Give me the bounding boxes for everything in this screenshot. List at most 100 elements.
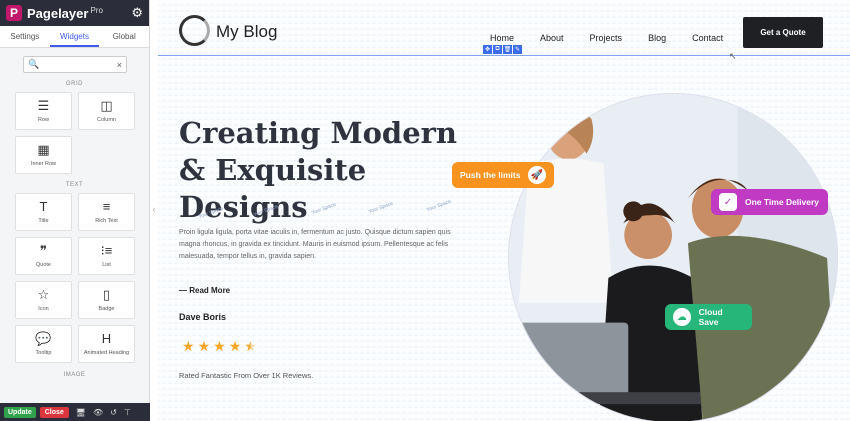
widget-label: List (102, 262, 111, 268)
site-logo-icon (179, 15, 210, 46)
widget-label: Tooltip (35, 350, 52, 356)
widget-icon[interactable]: ☆ Icon (15, 281, 72, 319)
heading-icon: H (101, 331, 112, 346)
nav-blog[interactable]: Blog (648, 33, 666, 43)
brand-name: Pagelayer (27, 5, 89, 21)
tab-widgets[interactable]: Widgets (49, 26, 100, 47)
clear-search-icon[interactable]: × (117, 60, 122, 70)
spacer-label[interactable]: Your Space (253, 204, 279, 218)
widget-column[interactable]: ◫ Column (78, 92, 135, 130)
nav-home[interactable]: Home (490, 33, 514, 43)
list-icon: ⁝≡ (100, 243, 113, 258)
column-icon: ◫ (100, 98, 113, 113)
section-title-grid: GRID (66, 81, 83, 87)
editor-bottom-bar: Update Close 🖥 👁 ↺ ⊤ (0, 403, 150, 421)
move-icon[interactable]: ✥ (483, 45, 492, 54)
inner-row-icon: ▦ (37, 142, 50, 157)
section-title-text: TEXT (65, 182, 84, 188)
rich-text-icon: ≡ (102, 199, 111, 214)
spacer-label[interactable]: Your Space (368, 201, 394, 215)
site-nav: Home About Projects Blog Contact (490, 33, 749, 43)
hero-image (508, 93, 838, 421)
tooltip-icon: 💬 (35, 331, 52, 346)
cloud-save-label: Cloud Save (698, 307, 723, 327)
widget-list[interactable]: ⁝≡ List (78, 237, 135, 275)
widget-label: Inner Row (30, 161, 57, 167)
copy-icon[interactable]: ⧉ (493, 45, 502, 54)
author-name: Dave Boris (179, 312, 227, 322)
brand-pro-label: Pro (90, 5, 103, 15)
calendar-check-icon: ✓ (719, 193, 737, 211)
read-more-label: Read More (189, 286, 231, 295)
nav-projects[interactable]: Projects (590, 33, 623, 43)
widget-row[interactable]: ☰ Row (15, 92, 72, 130)
widget-tooltip[interactable]: 💬 Tooltip (15, 325, 72, 363)
dash-icon: — (179, 286, 187, 295)
text-widgets: T Title ≡ Rich Text ❞ Quote ⁝≡ List ☆ Ic… (15, 193, 149, 363)
badge-icon: ▯ (102, 287, 111, 302)
widget-label: Animated Heading (83, 350, 130, 356)
edit-pencil-icon[interactable]: ✎ (513, 45, 522, 54)
collapse-sidebar-icon[interactable]: ‹ (150, 200, 158, 218)
delivery-badge: ✓ One Time Delivery (711, 189, 828, 215)
cloud-save-badge: ☁ Cloud Save (665, 304, 752, 330)
site-header[interactable]: My Blog Home About Projects Blog Contact… (158, 0, 850, 56)
title-icon: T (39, 199, 48, 214)
widget-sidebar: P Pagelayer Pro ⚙ Settings Widgets Globa… (0, 0, 150, 421)
preview-eye-icon[interactable]: 👁 (93, 408, 103, 417)
mouse-cursor-icon: ↖ (729, 51, 737, 61)
brand-bar: P Pagelayer Pro ⚙ (0, 0, 149, 26)
star-half-icon: ★ (244, 338, 257, 354)
section-title-image: IMAGE (63, 372, 86, 378)
widget-animated-heading[interactable]: H Animated Heading (78, 325, 135, 363)
editor-app: P Pagelayer Pro ⚙ Settings Widgets Globa… (0, 0, 850, 421)
tab-global[interactable]: Global (99, 26, 149, 47)
widget-rich-text[interactable]: ≡ Rich Text (78, 193, 135, 231)
widget-quote[interactable]: ❞ Quote (15, 237, 72, 275)
delete-icon[interactable]: 🗑 (503, 45, 512, 54)
widget-label: Row (37, 117, 49, 123)
read-more-link[interactable]: — Read More (179, 286, 230, 295)
page-canvas: My Blog Home About Projects Blog Contact… (158, 0, 850, 421)
hero-paragraph[interactable]: Proin ligula ligula, porta vitae iaculis… (179, 227, 464, 263)
search-icon: 🔍 (28, 59, 40, 69)
star-outline-icon: ☆ (37, 287, 50, 302)
tab-settings[interactable]: Settings (0, 26, 50, 47)
get-quote-button[interactable]: Get a Quote (743, 17, 823, 48)
widget-label: Rich Text (95, 218, 118, 224)
cloud-icon: ☁ (673, 308, 691, 326)
spacer-row: Your Space Your Space Your Space Your Sp… (198, 196, 478, 224)
desktop-view-icon[interactable]: 🖥 (76, 408, 86, 417)
spacer-label[interactable]: Your Space (426, 199, 452, 213)
team-photo (509, 94, 837, 421)
navigator-icon[interactable]: ⊤ (124, 408, 131, 417)
element-edit-toolbar: ✥ ⧉ 🗑 ✎ (483, 45, 522, 54)
rocket-icon: 🚀 (528, 166, 546, 184)
quote-icon: ❞ (40, 243, 47, 258)
history-icon[interactable]: ↺ (110, 408, 117, 417)
spacer-label[interactable]: Your Space (198, 206, 224, 220)
pagelayer-logo-icon: P (6, 5, 22, 21)
widget-label: Title (38, 218, 49, 224)
grid-widgets: ☰ Row ◫ Column ▦ Inner Row (15, 92, 149, 174)
widget-title[interactable]: T Title (15, 193, 72, 231)
close-button[interactable]: Close (39, 406, 69, 418)
search-input[interactable] (42, 60, 114, 69)
gear-icon[interactable]: ⚙ (131, 5, 143, 21)
star-icon: ★ (182, 338, 195, 354)
widget-badge[interactable]: ▯ Badge (78, 281, 135, 319)
widget-label: Quote (36, 262, 51, 268)
push-limits-badge: Push the limits 🚀 (452, 162, 554, 188)
update-button[interactable]: Update (4, 406, 36, 418)
push-limits-label: Push the limits (460, 170, 521, 180)
nav-contact[interactable]: Contact (692, 33, 723, 43)
rating-caption: Rated Fantastic From Over 1K Reviews. (179, 371, 314, 380)
star-icon: ★ (228, 338, 242, 354)
spacer-label[interactable]: Your Space (311, 202, 337, 216)
widget-search: 🔍 × (23, 56, 127, 73)
widget-label: Icon (38, 306, 49, 312)
star-icon: ★ (213, 338, 226, 354)
widget-inner-row[interactable]: ▦ Inner Row (15, 136, 72, 174)
nav-about[interactable]: About (540, 33, 564, 43)
sidebar-tabs: Settings Widgets Global (0, 26, 149, 48)
